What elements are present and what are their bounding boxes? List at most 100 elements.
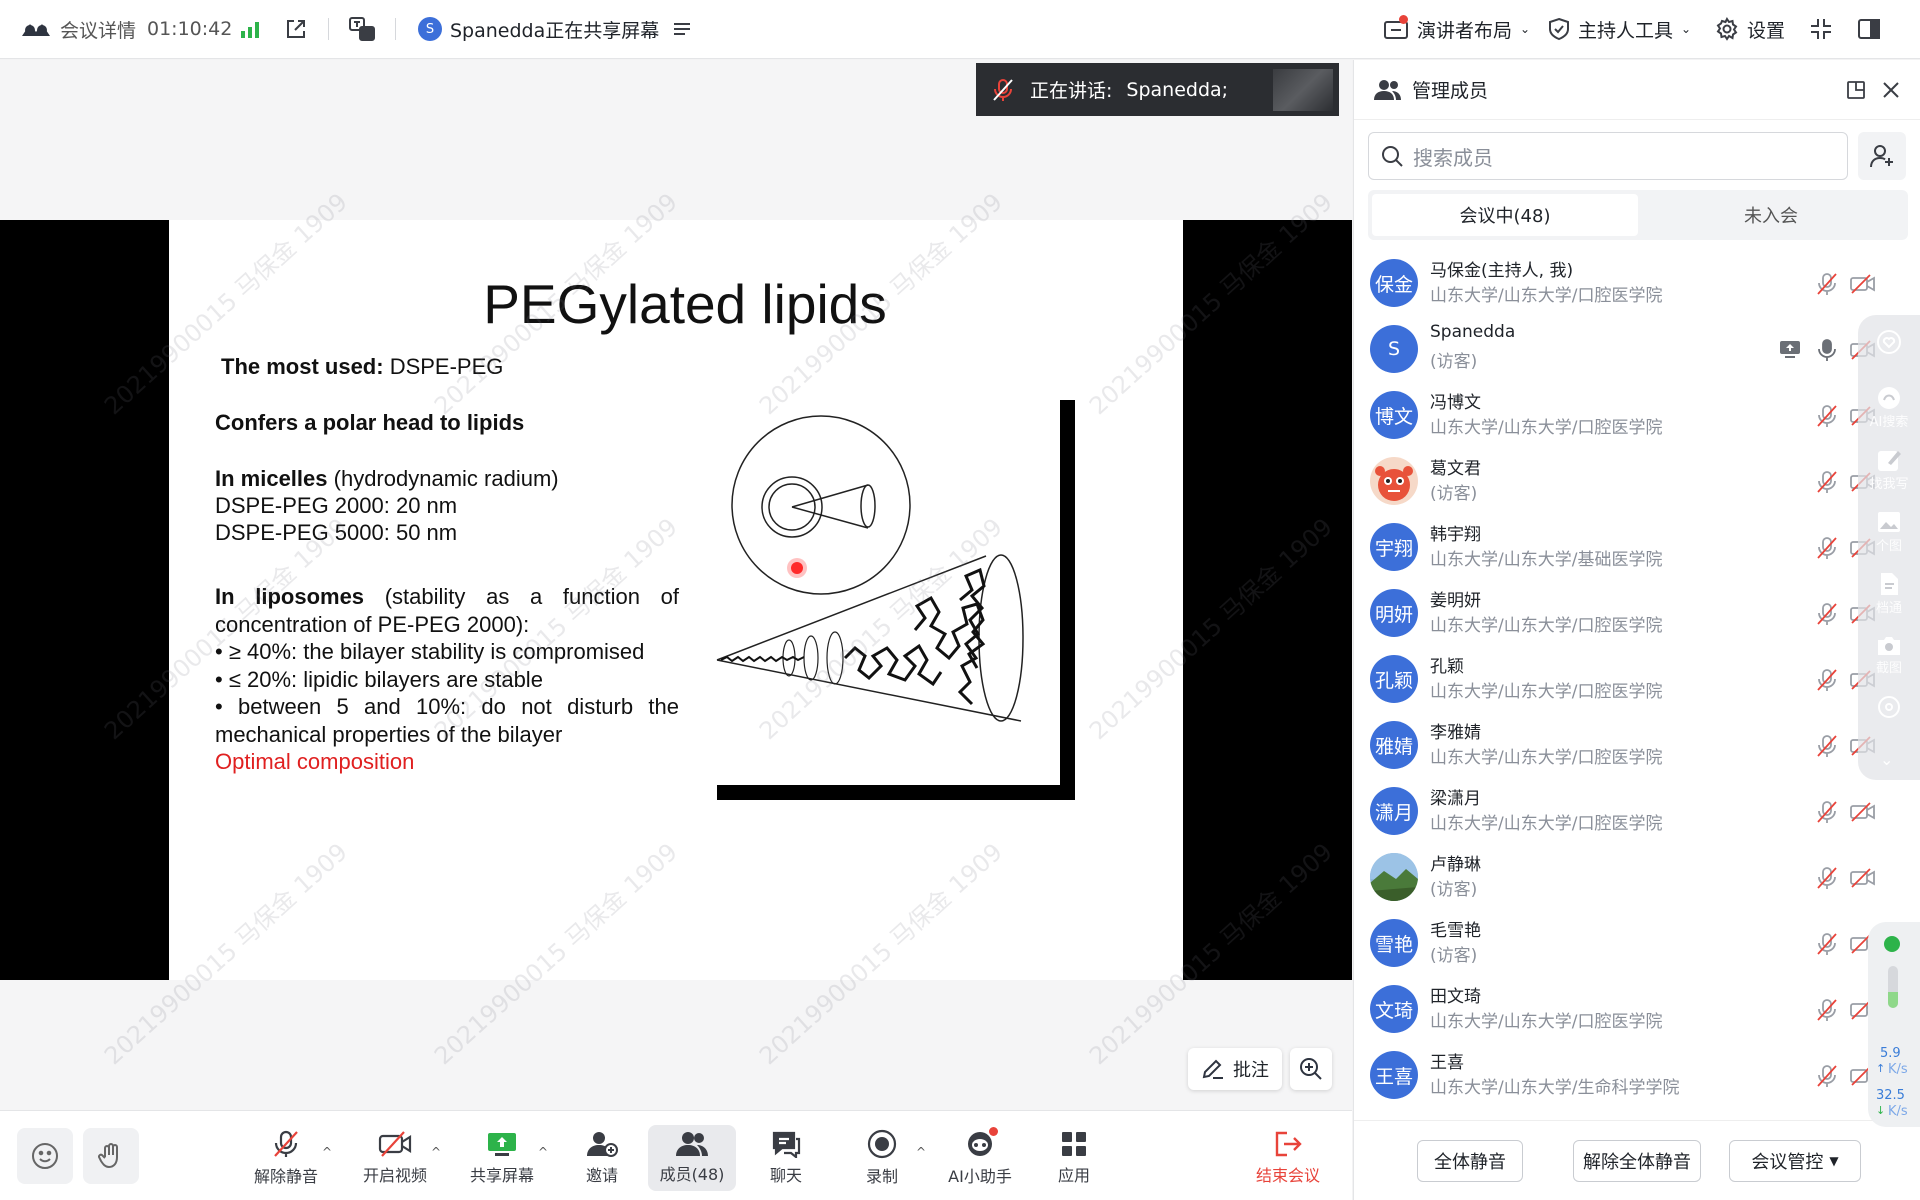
settings-button[interactable]: 设置 <box>1715 16 1785 43</box>
muted-mic-icon[interactable] <box>1816 932 1838 956</box>
screen-share-status-icon <box>1778 338 1802 360</box>
members-button[interactable]: 成员(48) <box>648 1125 736 1191</box>
slide-most-used: The most used: DSPE-PEG <box>221 354 504 379</box>
speaker-thumbnail <box>1273 68 1333 111</box>
document-icon <box>1876 571 1902 597</box>
member-org: 山东大学/山东大学/口腔医学院 <box>1430 682 1663 702</box>
tencent-meeting-logo-icon <box>20 20 52 38</box>
video-options-caret[interactable]: ^ <box>431 1145 441 1159</box>
tab-in-meeting[interactable]: 会议中(48) <box>1372 194 1638 236</box>
record-button[interactable]: 录制 <box>838 1125 926 1191</box>
find-write-tool[interactable]: 找我写 <box>1858 447 1920 492</box>
member-tabs: 会议中(48) 未入会 <box>1368 190 1908 240</box>
translate-icon[interactable] <box>348 16 376 42</box>
member-org: 山东大学/山东大学/口腔医学院 <box>1430 748 1663 768</box>
muted-mic-icon[interactable] <box>1816 668 1838 692</box>
popout-window-icon[interactable] <box>284 17 308 41</box>
pegylated-micelle-diagram <box>716 400 1075 800</box>
mic-options-caret[interactable]: ^ <box>322 1145 332 1159</box>
close-icon[interactable] <box>1882 81 1900 99</box>
muted-mic-icon[interactable] <box>1816 602 1838 626</box>
apps-button[interactable]: 应用 <box>1030 1125 1118 1191</box>
share-options-caret[interactable]: ^ <box>538 1145 548 1159</box>
chat-button[interactable]: 聊天 <box>742 1125 830 1191</box>
pen-icon <box>1201 1058 1225 1080</box>
host-tools-button[interactable]: 主持人工具 ⌄ <box>1548 16 1691 43</box>
list-menu-icon[interactable] <box>673 21 691 37</box>
reaction-button[interactable] <box>17 1128 73 1184</box>
unmute-button[interactable]: 解除静音 <box>242 1125 330 1191</box>
member-name: 田文琦 <box>1430 987 1481 1007</box>
floating-side-toolbar: AI搜索 找我写 个图 档通 截图 ⌄ <box>1858 315 1920 780</box>
annotate-button[interactable]: 批注 <box>1188 1048 1282 1090</box>
record-options-caret[interactable]: ^ <box>916 1145 926 1159</box>
muted-mic-icon <box>992 78 1014 102</box>
panel-header: 管理成员 <box>1354 60 1920 120</box>
share-screen-button[interactable]: 共享屏幕 <box>458 1125 546 1191</box>
member-name: 梁潇月 <box>1430 789 1481 809</box>
sharing-status[interactable]: S Spanedda正在共享屏幕 <box>418 16 691 43</box>
search-members-input[interactable]: 搜索成员 <box>1368 132 1848 180</box>
more-tool[interactable] <box>1858 695 1920 719</box>
speaker-layout-button[interactable]: 演讲者布局 ⌄ <box>1383 15 1530 43</box>
muted-mic-icon[interactable] <box>1816 800 1838 824</box>
members-icon <box>1374 79 1402 101</box>
camera-off-icon[interactable] <box>1850 273 1876 295</box>
muted-mic-icon[interactable] <box>1816 536 1838 560</box>
host-tools-label: 主持人工具 <box>1578 19 1674 42</box>
edit-icon <box>1876 447 1902 473</box>
ai-assistant-button[interactable]: AI小助手 <box>936 1125 1024 1191</box>
add-member-button[interactable] <box>1858 132 1906 180</box>
record-label: 录制 <box>865 1167 898 1186</box>
ai-search-icon <box>1876 385 1902 411</box>
member-org: (访客) <box>1430 484 1478 504</box>
search-row: 搜索成员 <box>1368 132 1906 180</box>
robot-icon <box>963 1127 998 1159</box>
popout-panel-icon[interactable] <box>1846 80 1866 100</box>
start-video-button[interactable]: 开启视频 <box>351 1125 439 1191</box>
tab-not-joined[interactable]: 未入会 <box>1638 194 1904 236</box>
muted-mic-icon[interactable] <box>1816 272 1838 296</box>
exit-fullscreen-icon[interactable] <box>1810 18 1832 40</box>
meeting-control-label: 会议管控 <box>1751 1152 1824 1173</box>
signal-strength-icon[interactable] <box>240 20 262 38</box>
end-meeting-label: 结束会议 <box>1255 1166 1320 1185</box>
sidebar-toggle-icon[interactable] <box>1857 18 1881 40</box>
settings-label: 设置 <box>1747 19 1786 42</box>
slide-title: PEGylated lipids <box>483 273 887 335</box>
raise-hand-button[interactable] <box>83 1128 139 1184</box>
muted-mic-icon[interactable] <box>1816 734 1838 758</box>
upload-unit: K/s <box>1888 1062 1908 1077</box>
exit-door-icon <box>1273 1130 1303 1158</box>
muted-mic-icon[interactable] <box>1816 866 1838 890</box>
mic-icon[interactable] <box>1816 338 1838 362</box>
muted-mic-icon[interactable] <box>1816 470 1838 494</box>
mute-all-button[interactable]: 全体静音 <box>1417 1140 1523 1182</box>
ai-search-tool[interactable]: AI搜索 <box>1858 385 1920 430</box>
unmute-all-button[interactable]: 解除全体静音 <box>1573 1140 1701 1182</box>
layout-icon <box>1383 15 1409 41</box>
volume-level-bar <box>1888 966 1898 1008</box>
chevron-down-icon[interactable]: ⌄ <box>1880 750 1893 769</box>
camera-off-icon[interactable] <box>1850 867 1876 889</box>
muted-mic-icon[interactable] <box>1816 404 1838 428</box>
chat-icon <box>770 1130 802 1158</box>
invite-button[interactable]: 邀请 <box>558 1125 646 1191</box>
end-meeting-button[interactable]: 结束会议 <box>1244 1125 1332 1191</box>
status-dot <box>1884 936 1900 952</box>
favorite-tool[interactable] <box>1858 329 1920 355</box>
screenshot-tool[interactable]: 截图 <box>1858 633 1920 676</box>
doc-tool[interactable]: 档通 <box>1858 571 1920 616</box>
zoom-in-button[interactable] <box>1290 1048 1332 1090</box>
top-bar: 会议详情 01:10:42 S Spanedda正在共享屏幕 演讲者布局 ⌄ 主… <box>0 0 1920 59</box>
meeting-details-button[interactable]: 会议详情 <box>20 16 136 43</box>
sharer-avatar: S <box>418 17 442 41</box>
presentation-slide: PEGylated lipids The most used: DSPE-PEG… <box>169 220 1183 980</box>
member-org: 山东大学/山东大学/口腔医学院 <box>1430 1012 1663 1032</box>
muted-mic-icon[interactable] <box>1816 1064 1838 1088</box>
meeting-control-button[interactable]: 会议管控 ▼ <box>1729 1140 1861 1182</box>
find-write-label: 找我写 <box>1869 477 1909 492</box>
muted-mic-icon[interactable] <box>1816 998 1838 1022</box>
camera-off-icon[interactable] <box>1850 801 1876 823</box>
image-tool[interactable]: 个图 <box>1858 509 1920 554</box>
